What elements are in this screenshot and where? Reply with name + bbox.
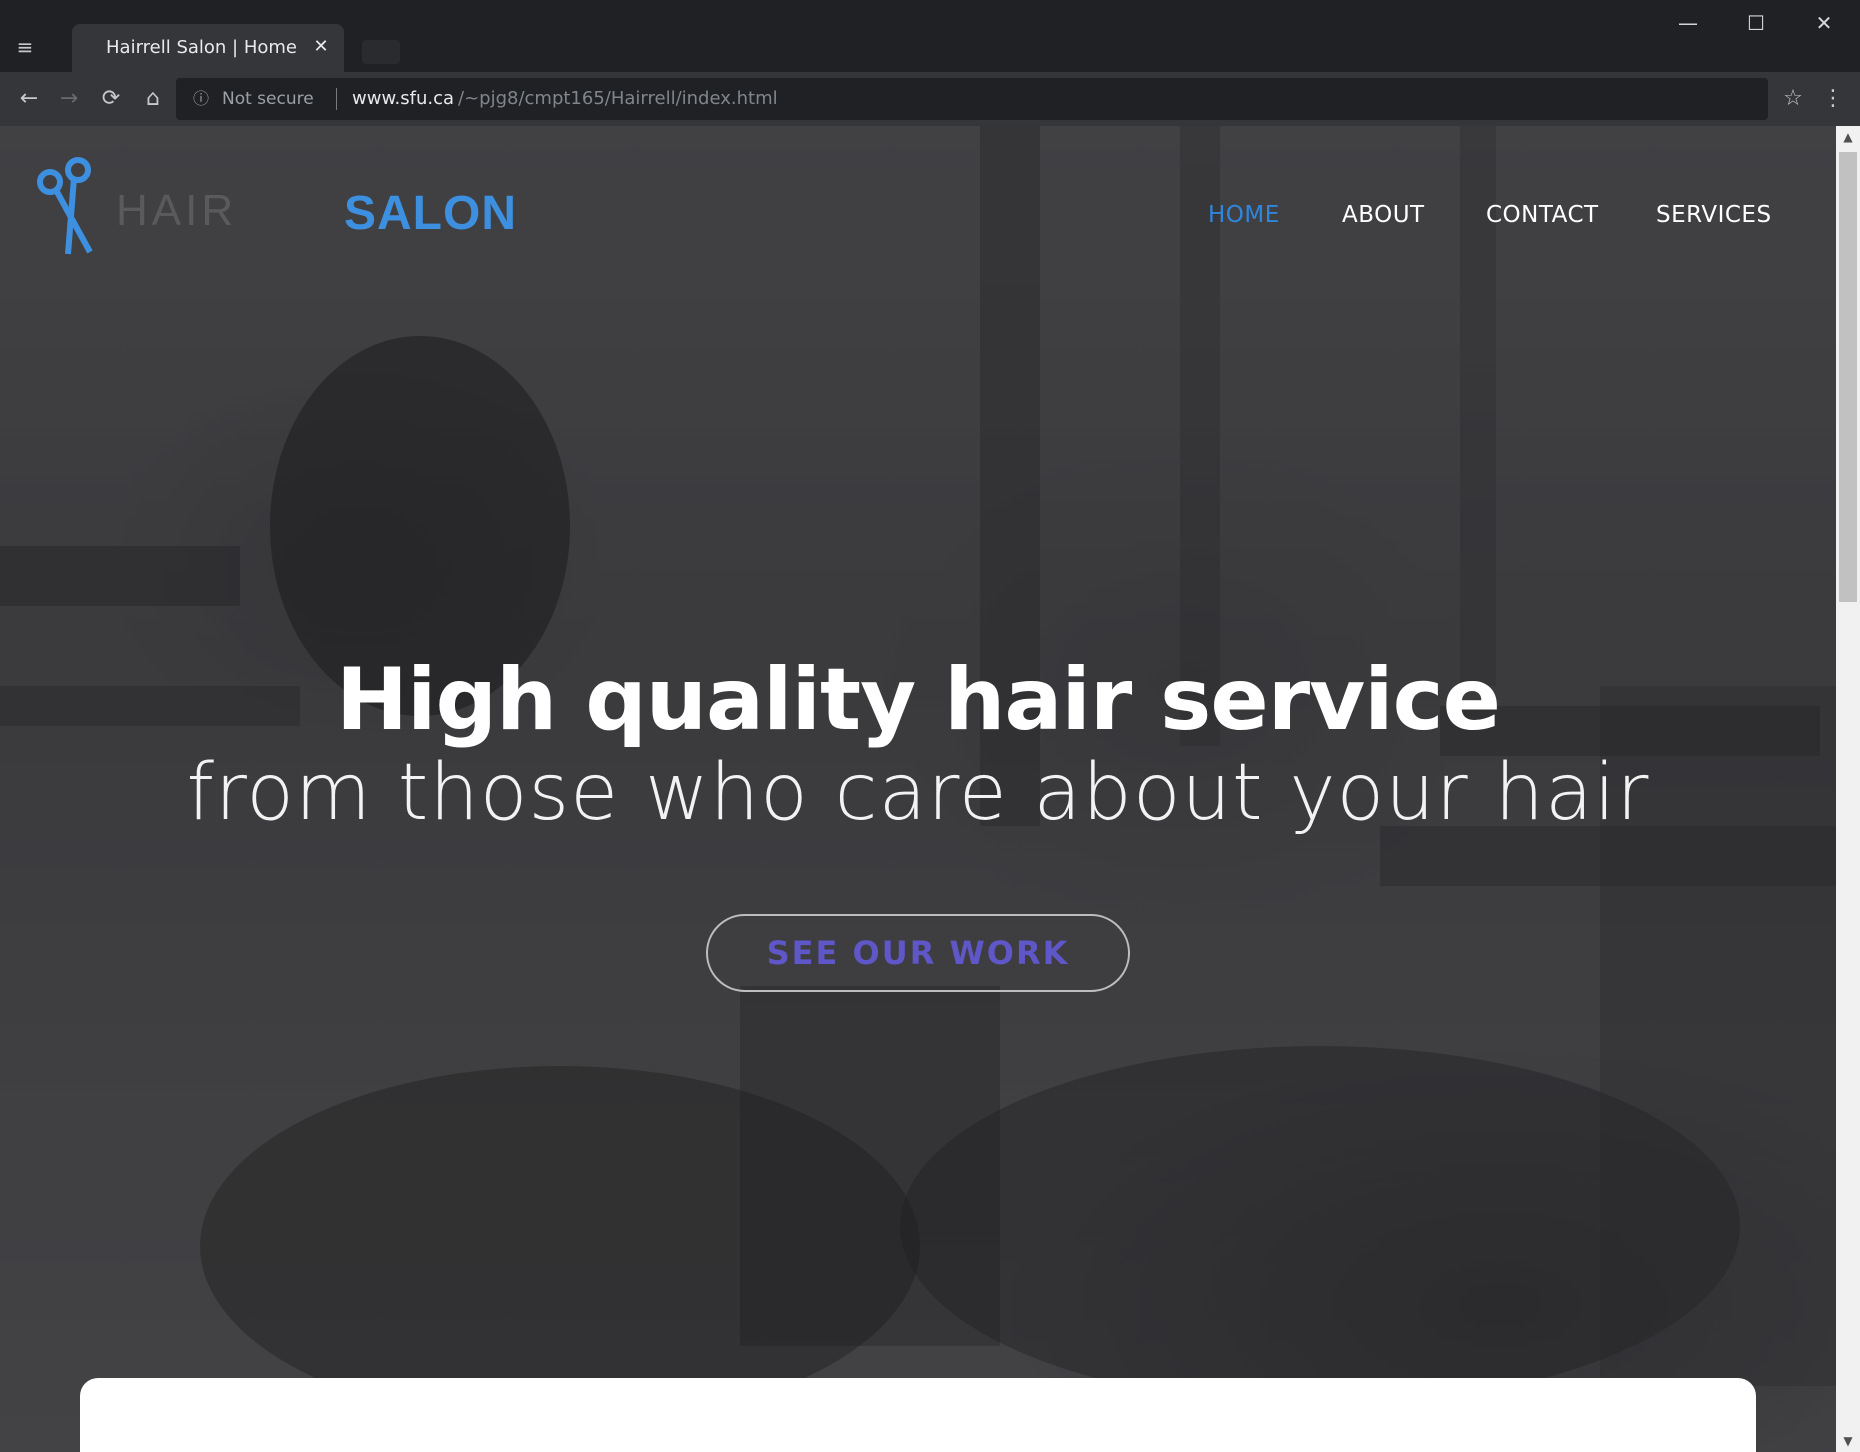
forward-icon[interactable]: → [54, 84, 84, 114]
browser-toolbar: ← → ⟳ ⌂ ⓘ Not secure www.sfu.ca /~pjg8/c… [0, 72, 1860, 126]
minimize-icon[interactable]: — [1654, 0, 1722, 46]
tab-title: Hairrell Salon | Home [106, 37, 297, 58]
back-icon[interactable]: ← [14, 84, 44, 114]
logo-salon[interactable]: SALON [344, 186, 517, 241]
nav-home[interactable]: HOME [1208, 202, 1280, 228]
new-tab-button[interactable] [362, 40, 400, 64]
hero-title: High quality hair service [336, 650, 1501, 750]
maximize-icon[interactable]: ☐ [1722, 0, 1790, 46]
url-host: www.sfu.ca [352, 88, 455, 109]
nav-about[interactable]: ABOUT [1342, 202, 1425, 228]
see-our-work-button[interactable]: SEE OUR WORK [706, 914, 1130, 992]
page-viewport: HAIR SALON HOME ABOUT CONTACT SERVICES H… [0, 126, 1836, 1452]
reload-icon[interactable]: ⟳ [96, 84, 126, 114]
info-icon[interactable]: ⓘ [190, 88, 212, 110]
scrollbar-thumb[interactable] [1839, 152, 1857, 602]
browser-menu-icon[interactable]: ≡ [10, 32, 40, 62]
content-card [80, 1378, 1756, 1452]
close-tab-icon[interactable]: ✕ [308, 34, 334, 60]
page-scrollbar[interactable]: ▲ ▼ [1836, 126, 1860, 1452]
browser-titlebar: ≡ Hairrell Salon | Home ✕ — ☐ ✕ [0, 0, 1860, 72]
address-bar[interactable]: ⓘ Not secure www.sfu.ca /~pjg8/cmpt165/H… [176, 78, 1768, 120]
scroll-down-icon[interactable]: ▼ [1836, 1430, 1860, 1452]
nav-contact[interactable]: CONTACT [1486, 202, 1599, 228]
hero-subtitle: from those who care about your hair [186, 748, 1650, 838]
bookmark-star-icon[interactable]: ☆ [1778, 84, 1808, 114]
nav-services[interactable]: SERVICES [1656, 202, 1772, 228]
url-divider [336, 88, 337, 110]
more-menu-icon[interactable]: ⋮ [1818, 84, 1848, 114]
logo-word: HAIR [116, 186, 238, 235]
security-label: Not secure [222, 89, 314, 109]
home-icon[interactable]: ⌂ [138, 84, 168, 114]
scissors-logo-icon [37, 157, 93, 255]
close-window-icon[interactable]: ✕ [1790, 0, 1858, 46]
browser-tab[interactable]: Hairrell Salon | Home ✕ [72, 24, 344, 72]
url-path: /~pjg8/cmpt165/Hairrell/index.html [458, 88, 778, 109]
scroll-up-icon[interactable]: ▲ [1836, 126, 1860, 148]
